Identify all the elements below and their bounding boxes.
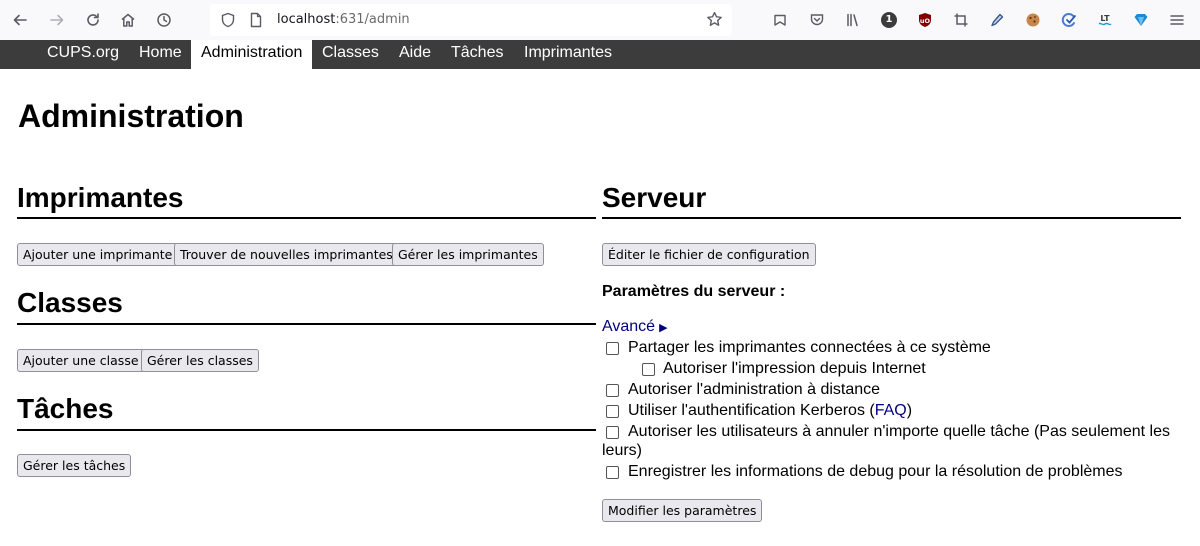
classes-divider	[17, 323, 596, 325]
manage-printers-button[interactable]: Gérer les imprimantes	[392, 243, 544, 266]
change-settings-button[interactable]: Modifier les paramètres	[602, 499, 763, 522]
nav-classes[interactable]: Classes	[312, 40, 389, 69]
debug-log-label: Enregistrer les informations de debug po…	[628, 463, 1123, 480]
url-text[interactable]: localhost:631/admin	[277, 12, 410, 27]
ublock-button[interactable]: uO	[911, 6, 939, 34]
share-printers-label: Partager les imprimantes connectées à ce…	[628, 339, 991, 356]
manage-jobs-button[interactable]: Gérer les tâches	[17, 454, 132, 477]
nav-taches[interactable]: Tâches	[441, 40, 513, 69]
cancel-any-job-checkbox[interactable]	[606, 426, 619, 439]
kerberos-label-before: Utiliser l'authentification Kerberos (	[628, 402, 875, 419]
back-button[interactable]	[6, 6, 34, 34]
kerberos-label: Utiliser l'authentification Kerberos (FA…	[628, 402, 912, 420]
ublock-origin-icon: uO	[919, 13, 931, 27]
page-info-icon[interactable]	[248, 12, 264, 33]
nav-home[interactable]: Home	[129, 40, 192, 69]
languagetool-button[interactable]: LT	[1091, 6, 1119, 34]
advanced-label: Avancé	[602, 318, 656, 335]
url-host: localhost	[277, 12, 336, 27]
bookmark-star-icon[interactable]	[706, 11, 723, 33]
nav-imprimantes[interactable]: Imprimantes	[514, 40, 622, 69]
faq-link[interactable]: FAQ	[875, 402, 907, 419]
cancel-any-job-label: Autoriser les utilisateurs à annuler n'i…	[628, 423, 1170, 440]
library-button[interactable]	[839, 6, 867, 34]
history-button[interactable]	[150, 6, 178, 34]
advanced-toggle[interactable]: Avancé ▶	[602, 318, 668, 336]
screenshot-button[interactable]	[947, 6, 975, 34]
check-g-icon	[1061, 13, 1076, 27]
server-heading: Serveur	[602, 182, 707, 213]
kerberos-label-after: )	[906, 402, 913, 419]
server-divider	[602, 217, 1181, 219]
hamburger-icon	[1170, 15, 1184, 25]
internet-printing-checkbox[interactable]	[642, 363, 655, 376]
cookie-button[interactable]	[1019, 6, 1047, 34]
page-title: Administration	[18, 98, 244, 134]
shield-icon[interactable]	[220, 12, 236, 33]
languagetool-icon: LT	[1098, 14, 1112, 26]
crop-icon	[954, 13, 968, 27]
arrow-left-icon	[13, 14, 27, 26]
cups-nav-bar: CUPS.org Home Administration Classes Aid…	[0, 40, 1200, 69]
pocket-save-button[interactable]	[766, 6, 794, 34]
eyedropper-icon	[991, 13, 1004, 27]
remote-admin-checkbox[interactable]	[606, 384, 619, 397]
grammar-check-button[interactable]	[1055, 6, 1083, 34]
triangle-right-icon: ▶	[659, 322, 668, 334]
printers-divider	[17, 217, 596, 219]
add-printer-button[interactable]: Ajouter une imprimante	[17, 243, 179, 266]
star-box-icon	[774, 14, 786, 26]
menu-button[interactable]	[1163, 6, 1191, 34]
cancel-any-job-label-cont: leurs)	[602, 442, 643, 459]
color-picker-button[interactable]	[983, 6, 1011, 34]
pocket-button[interactable]	[803, 6, 831, 34]
classes-heading: Classes	[17, 287, 123, 318]
reload-icon	[87, 13, 99, 26]
share-printers-checkbox[interactable]	[606, 342, 619, 355]
browser-toolbar: localhost:631/admin 1 uO LT	[0, 0, 1200, 40]
nav-cups-org[interactable]: CUPS.org	[37, 40, 129, 69]
add-class-button[interactable]: Ajouter une classe	[17, 349, 145, 372]
nav-aide[interactable]: Aide	[389, 40, 441, 69]
svg-text:uO: uO	[920, 17, 931, 25]
heart-diamond-icon	[1134, 14, 1148, 26]
find-new-printers-button[interactable]: Trouver de nouvelles imprimantes	[174, 243, 399, 266]
extension-counter-button[interactable]: 1	[875, 6, 903, 34]
manage-classes-button[interactable]: Gérer les classes	[141, 349, 259, 372]
arrow-right-icon	[50, 14, 64, 26]
debug-log-checkbox[interactable]	[606, 466, 619, 479]
home-button[interactable]	[114, 6, 142, 34]
counter-badge-icon: 1	[881, 12, 897, 28]
library-icon	[847, 13, 858, 27]
printers-heading: Imprimantes	[17, 182, 184, 213]
clock-icon	[157, 13, 171, 27]
forward-button[interactable]	[43, 6, 71, 34]
kerberos-checkbox[interactable]	[606, 405, 619, 418]
svg-text:LT: LT	[1100, 14, 1110, 23]
remote-admin-label: Autoriser l'administration à distance	[628, 381, 881, 398]
edit-config-button[interactable]: Éditer le fichier de configuration	[602, 243, 816, 266]
url-bar[interactable]: localhost:631/admin	[210, 4, 732, 36]
nav-administration[interactable]: Administration	[191, 40, 312, 69]
vue-devtools-button[interactable]	[1127, 6, 1155, 34]
url-path: :631/admin	[335, 12, 410, 27]
jobs-divider	[17, 429, 596, 431]
jobs-heading: Tâches	[17, 393, 114, 424]
server-settings-label: Paramètres du serveur :	[602, 283, 786, 300]
internet-printing-label: Autoriser l'impression depuis Internet	[663, 360, 926, 377]
cookie-icon	[1026, 13, 1040, 27]
pocket-icon	[810, 14, 824, 26]
home-icon	[121, 13, 135, 27]
reload-button[interactable]	[79, 6, 107, 34]
